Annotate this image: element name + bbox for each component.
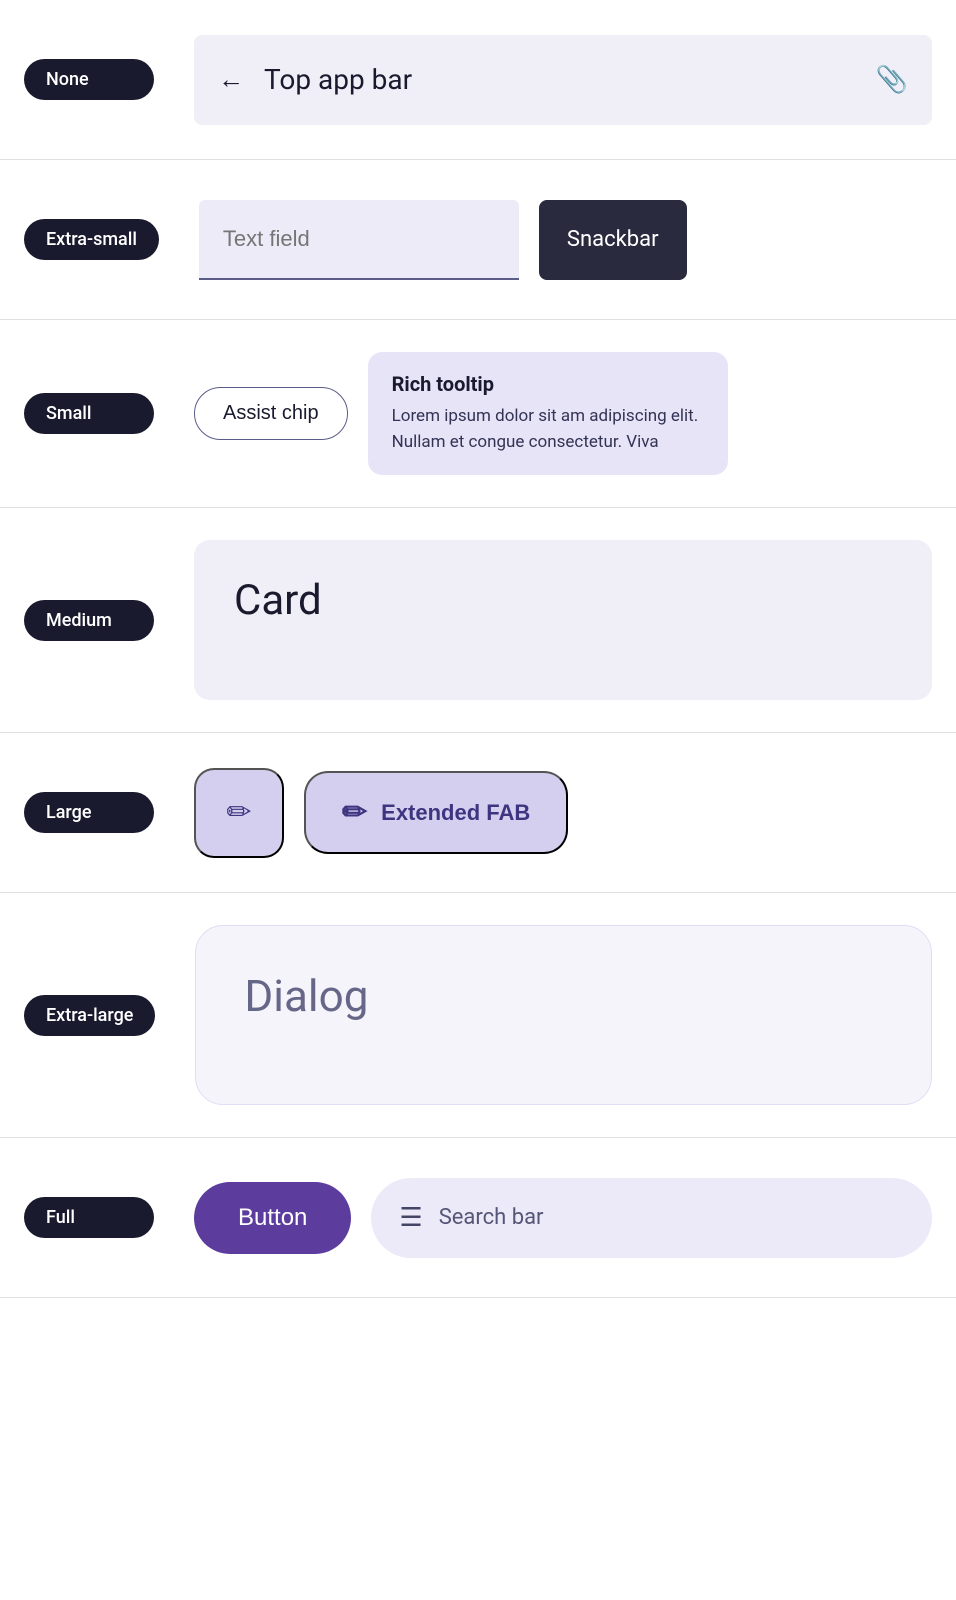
card: Card (194, 540, 932, 700)
top-app-bar-left: ← Top app bar (218, 63, 412, 96)
section-none: None ← Top app bar 📎 (0, 0, 956, 160)
snackbar: Snackbar (539, 200, 687, 280)
dialog: Dialog (195, 925, 932, 1105)
rich-tooltip-title: Rich tooltip (392, 372, 704, 396)
label-none: None (24, 59, 154, 100)
filled-button[interactable]: Button (194, 1182, 351, 1254)
small-content: Assist chip Rich tooltip Lorem ipsum dol… (194, 352, 932, 475)
search-bar-placeholder: Search bar (439, 1205, 544, 1230)
text-field-input[interactable] (199, 200, 519, 280)
extended-fab-button[interactable]: ✏ Extended FAB (304, 771, 568, 854)
label-medium: Medium (24, 600, 154, 641)
section-full: Full Button ☰ Search bar (0, 1138, 956, 1298)
top-app-bar: ← Top app bar 📎 (194, 35, 932, 125)
label-large: Large (24, 792, 154, 833)
label-extra-small: Extra-small (24, 219, 159, 260)
label-small: Small (24, 393, 154, 434)
rich-tooltip: Rich tooltip Lorem ipsum dolor sit am ad… (368, 352, 728, 475)
fab-icon: ✏ (226, 795, 251, 830)
top-app-bar-title: Top app bar (264, 63, 412, 96)
full-content: Button ☰ Search bar (194, 1178, 932, 1258)
section-extra-large: Extra-large Dialog (0, 893, 956, 1138)
rich-tooltip-body: Lorem ipsum dolor sit am adipiscing elit… (392, 404, 704, 455)
fab-button[interactable]: ✏ (194, 768, 284, 858)
paperclip-icon[interactable]: 📎 (876, 65, 908, 95)
assist-chip[interactable]: Assist chip (194, 387, 348, 440)
menu-icon: ☰ (399, 1203, 422, 1233)
assist-chip-label: Assist chip (223, 402, 319, 424)
section-large: Large ✏ ✏ Extended FAB (0, 733, 956, 893)
large-content: ✏ ✏ Extended FAB (194, 768, 932, 858)
label-full: Full (24, 1197, 154, 1238)
snackbar-label: Snackbar (567, 227, 659, 252)
search-bar[interactable]: ☰ Search bar (371, 1178, 932, 1258)
label-extra-large: Extra-large (24, 995, 155, 1036)
section-medium: Medium Card (0, 508, 956, 733)
card-title: Card (234, 576, 322, 625)
extra-large-content: Dialog (195, 925, 932, 1105)
none-content: ← Top app bar 📎 (194, 35, 932, 125)
filled-button-label: Button (238, 1204, 307, 1231)
back-arrow-icon[interactable]: ← (218, 64, 244, 95)
extra-small-content: Snackbar (199, 200, 932, 280)
section-small: Small Assist chip Rich tooltip Lorem ips… (0, 320, 956, 508)
extended-fab-icon: ✏ (342, 795, 367, 830)
section-extra-small: Extra-small Snackbar (0, 160, 956, 320)
extended-fab-label: Extended FAB (381, 800, 530, 826)
dialog-title: Dialog (244, 970, 368, 1022)
medium-content: Card (194, 540, 932, 700)
